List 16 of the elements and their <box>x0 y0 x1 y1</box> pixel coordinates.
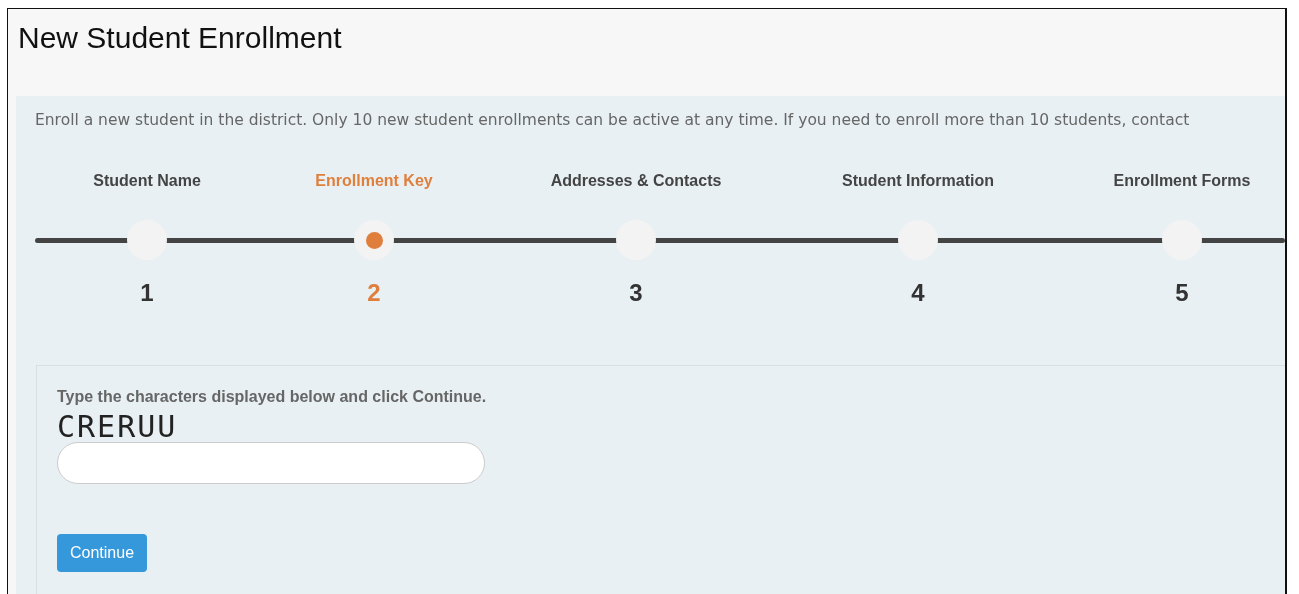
continue-button[interactable]: Continue <box>57 534 148 572</box>
step-label: Enrollment Key <box>315 172 433 191</box>
intro-text: Enroll a new student in the district. Only 10 new student enrollments can be active at any time. If you need to enroll more than 10 students, contact <box>34 111 1191 129</box>
step-label: Enrollment Forms <box>1113 172 1251 191</box>
step-number: 2 <box>367 279 381 307</box>
captcha-input-field[interactable] <box>57 442 485 484</box>
captcha-instruction: Type the characters displayed below and click Continue. <box>57 388 488 406</box>
step-label: Student Information <box>842 172 994 191</box>
step-number: 4 <box>911 279 925 307</box>
step-label: Addresses & Contacts <box>550 172 722 191</box>
captcha-code: CRERUU <box>57 412 179 442</box>
step-number: 1 <box>140 279 154 307</box>
step-label: Student Name <box>93 172 201 191</box>
page-title: New Student Enrollment <box>17 20 343 56</box>
step-number: 3 <box>629 279 643 307</box>
step-number: 5 <box>1175 279 1189 307</box>
